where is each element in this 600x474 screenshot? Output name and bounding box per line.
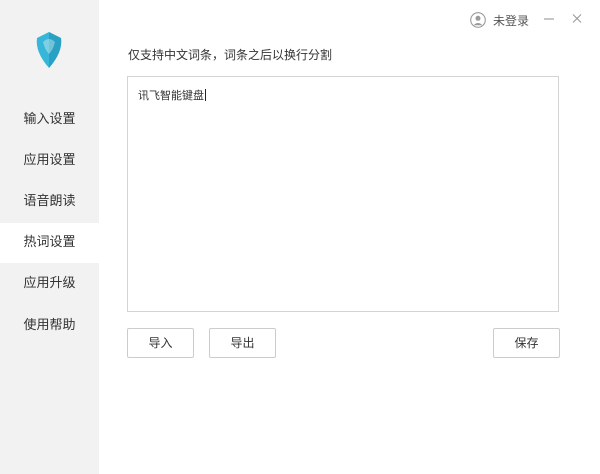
close-icon[interactable]	[569, 10, 585, 26]
sidebar-item-label: 输入设置	[23, 112, 76, 127]
login-status[interactable]: 未登录	[470, 11, 529, 29]
sidebar-item-app-upgrade[interactable]: 应用升级	[0, 264, 99, 304]
sidebar-item-label: 应用设置	[23, 153, 76, 168]
hotword-hint: 仅支持中文词条，词条之后以换行分割	[128, 48, 333, 62]
sidebar-item-hotword-settings[interactable]: 热词设置	[0, 223, 99, 263]
hotword-textarea[interactable]: 讯飞智能键盘	[127, 76, 559, 312]
hotword-settings-window: 输入设置 应用设置 语音朗读 热词设置 应用升级 使用帮助 未登录 仅支持中文词…	[0, 0, 600, 474]
text-caret	[205, 89, 206, 101]
export-button[interactable]: 导出	[209, 328, 276, 358]
save-button[interactable]: 保存	[493, 328, 560, 358]
sidebar-item-help[interactable]: 使用帮助	[0, 306, 99, 346]
export-button-label: 导出	[230, 336, 255, 350]
import-button-label: 导入	[148, 336, 173, 350]
sidebar-item-input-settings[interactable]: 输入设置	[0, 100, 99, 140]
save-button-label: 保存	[514, 336, 539, 350]
import-button[interactable]: 导入	[127, 328, 194, 358]
shield-logo-icon	[36, 32, 62, 68]
sidebar: 输入设置 应用设置 语音朗读 热词设置 应用升级 使用帮助	[0, 0, 99, 474]
sidebar-item-label: 应用升级	[23, 276, 76, 291]
user-avatar-icon	[470, 12, 486, 28]
hotword-text: 讯飞智能键盘	[138, 89, 204, 102]
sidebar-item-label: 热词设置	[23, 235, 76, 250]
minimize-icon[interactable]	[541, 10, 557, 26]
login-status-label: 未登录	[493, 13, 530, 28]
sidebar-item-voice-reading[interactable]: 语音朗读	[0, 182, 99, 222]
sidebar-item-app-settings[interactable]: 应用设置	[0, 141, 99, 181]
sidebar-item-label: 使用帮助	[23, 318, 76, 333]
sidebar-item-label: 语音朗读	[23, 194, 76, 209]
